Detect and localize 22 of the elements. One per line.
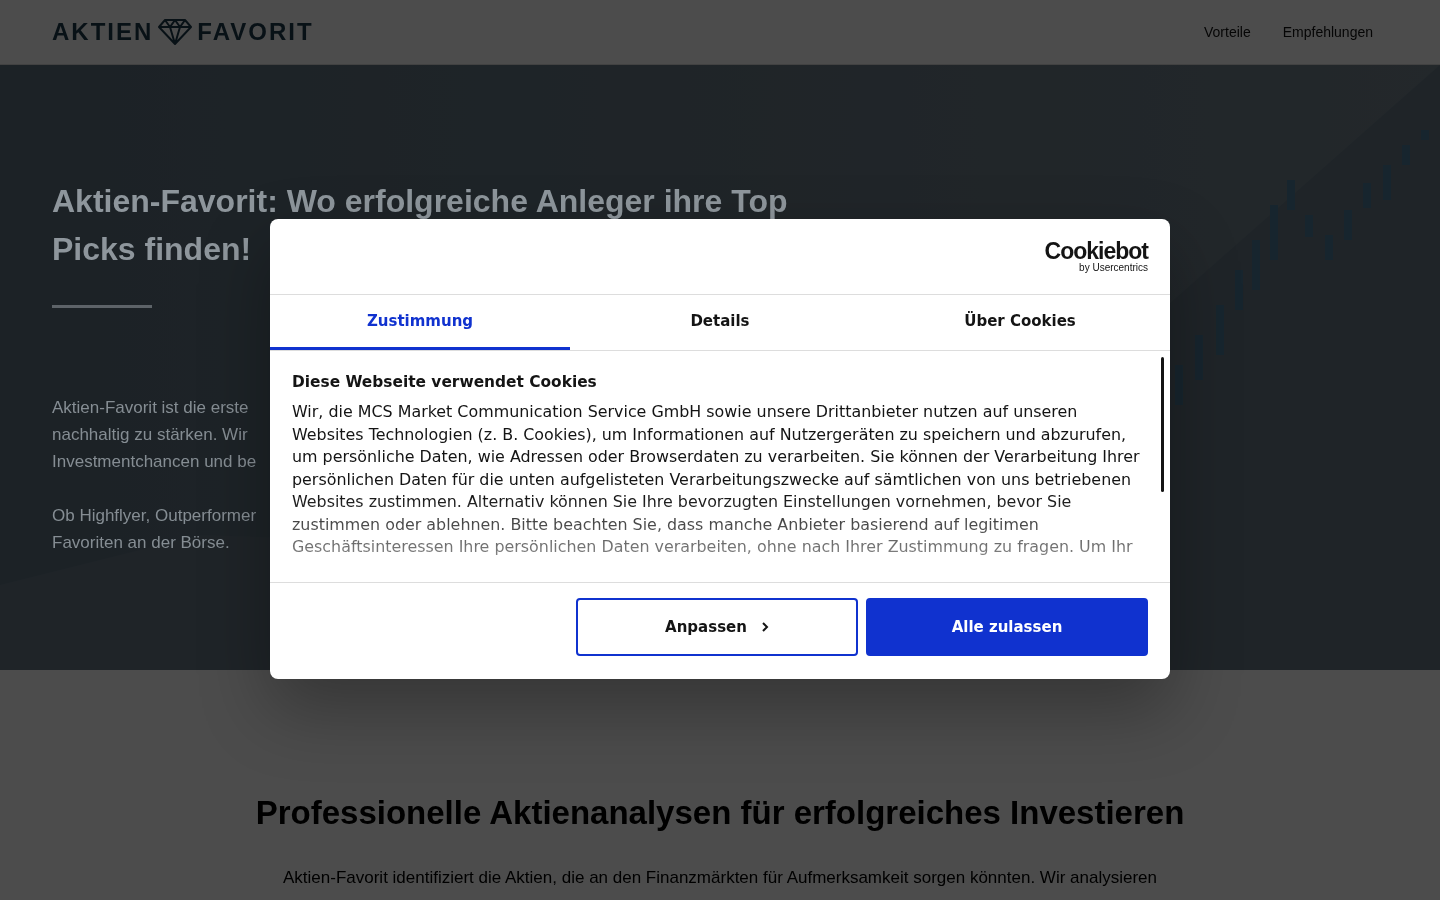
customize-button[interactable]: Anpassen bbox=[576, 598, 858, 656]
dialog-title: Diese Webseite verwendet Cookies bbox=[292, 373, 598, 391]
hero-heading: Aktien-Favorit: Wo erfolgreiche Anleger ihre Top bbox=[52, 182, 788, 221]
section-heading: Professionelle Aktienanalysen für erfolgreiches Investieren bbox=[254, 794, 1186, 832]
tab[interactable]: Über Cookies bbox=[870, 295, 1170, 350]
hero-heading: Picks finden! bbox=[52, 230, 252, 269]
tab[interactable]: Details bbox=[570, 295, 870, 350]
dialog-text: Wir, die MCS Market Communication Service GmbH sowie unsere Drittanbieter nutzen auf unseren Websites Technologien (z. B. Cookies), um Informationen auf Nutzergeräten zu speichern und abzurufen, um persönliche Daten, wie Adressen oder Browserdaten zu verarbeiten. Sie können der Verarbeitung Ihrer persönlichen Daten für die unten aufgelisteten Verarbeitungszwecke auf sämtlichen von uns betriebenen Websites zustimmen. Alternativ können Sie Ihre bevorzugten Einstellungen vornehmen, bevor Sie zustimmen oder ablehnen. Bitte beachten Sie, dass manche Anbieter basierend auf legitimen Geschäftsinteressen Ihre persönlichen Daten verarbeiten, ohne nach Ihrer Zustimmung zu fragen. Um Ihr bbox=[292, 401, 1140, 558]
logo-text: AKTIEN bbox=[52, 18, 154, 46]
section-text: Aktien-Favorit identifiziert die Aktien, die an den Finanzmärkten für Aufmerksamkeit sorgen könnten. Wir analysieren bbox=[282, 868, 1158, 888]
brand-logo: Cookiebot bbox=[1044, 239, 1148, 262]
hero-text: Aktien-Favorit ist die erste bbox=[52, 397, 249, 419]
chevron-icon bbox=[760, 621, 769, 633]
scrollbar[interactable] bbox=[1161, 357, 1164, 492]
allow-all-button[interactable]: Alle zulassen bbox=[866, 598, 1148, 656]
tab[interactable]: Zustimmung bbox=[270, 295, 570, 350]
hero-text: Investmentchancen und be bbox=[52, 451, 257, 473]
hero-text: nachhaltig zu stärken. Wir bbox=[52, 424, 248, 446]
brand-byline: by Usercentrics bbox=[1079, 261, 1148, 274]
hero-text: Ob Highflyer, Outperformer bbox=[52, 505, 257, 527]
hero-text: Favoriten an der Börse. bbox=[52, 532, 230, 554]
logo-text: FAVORIT bbox=[197, 18, 314, 46]
